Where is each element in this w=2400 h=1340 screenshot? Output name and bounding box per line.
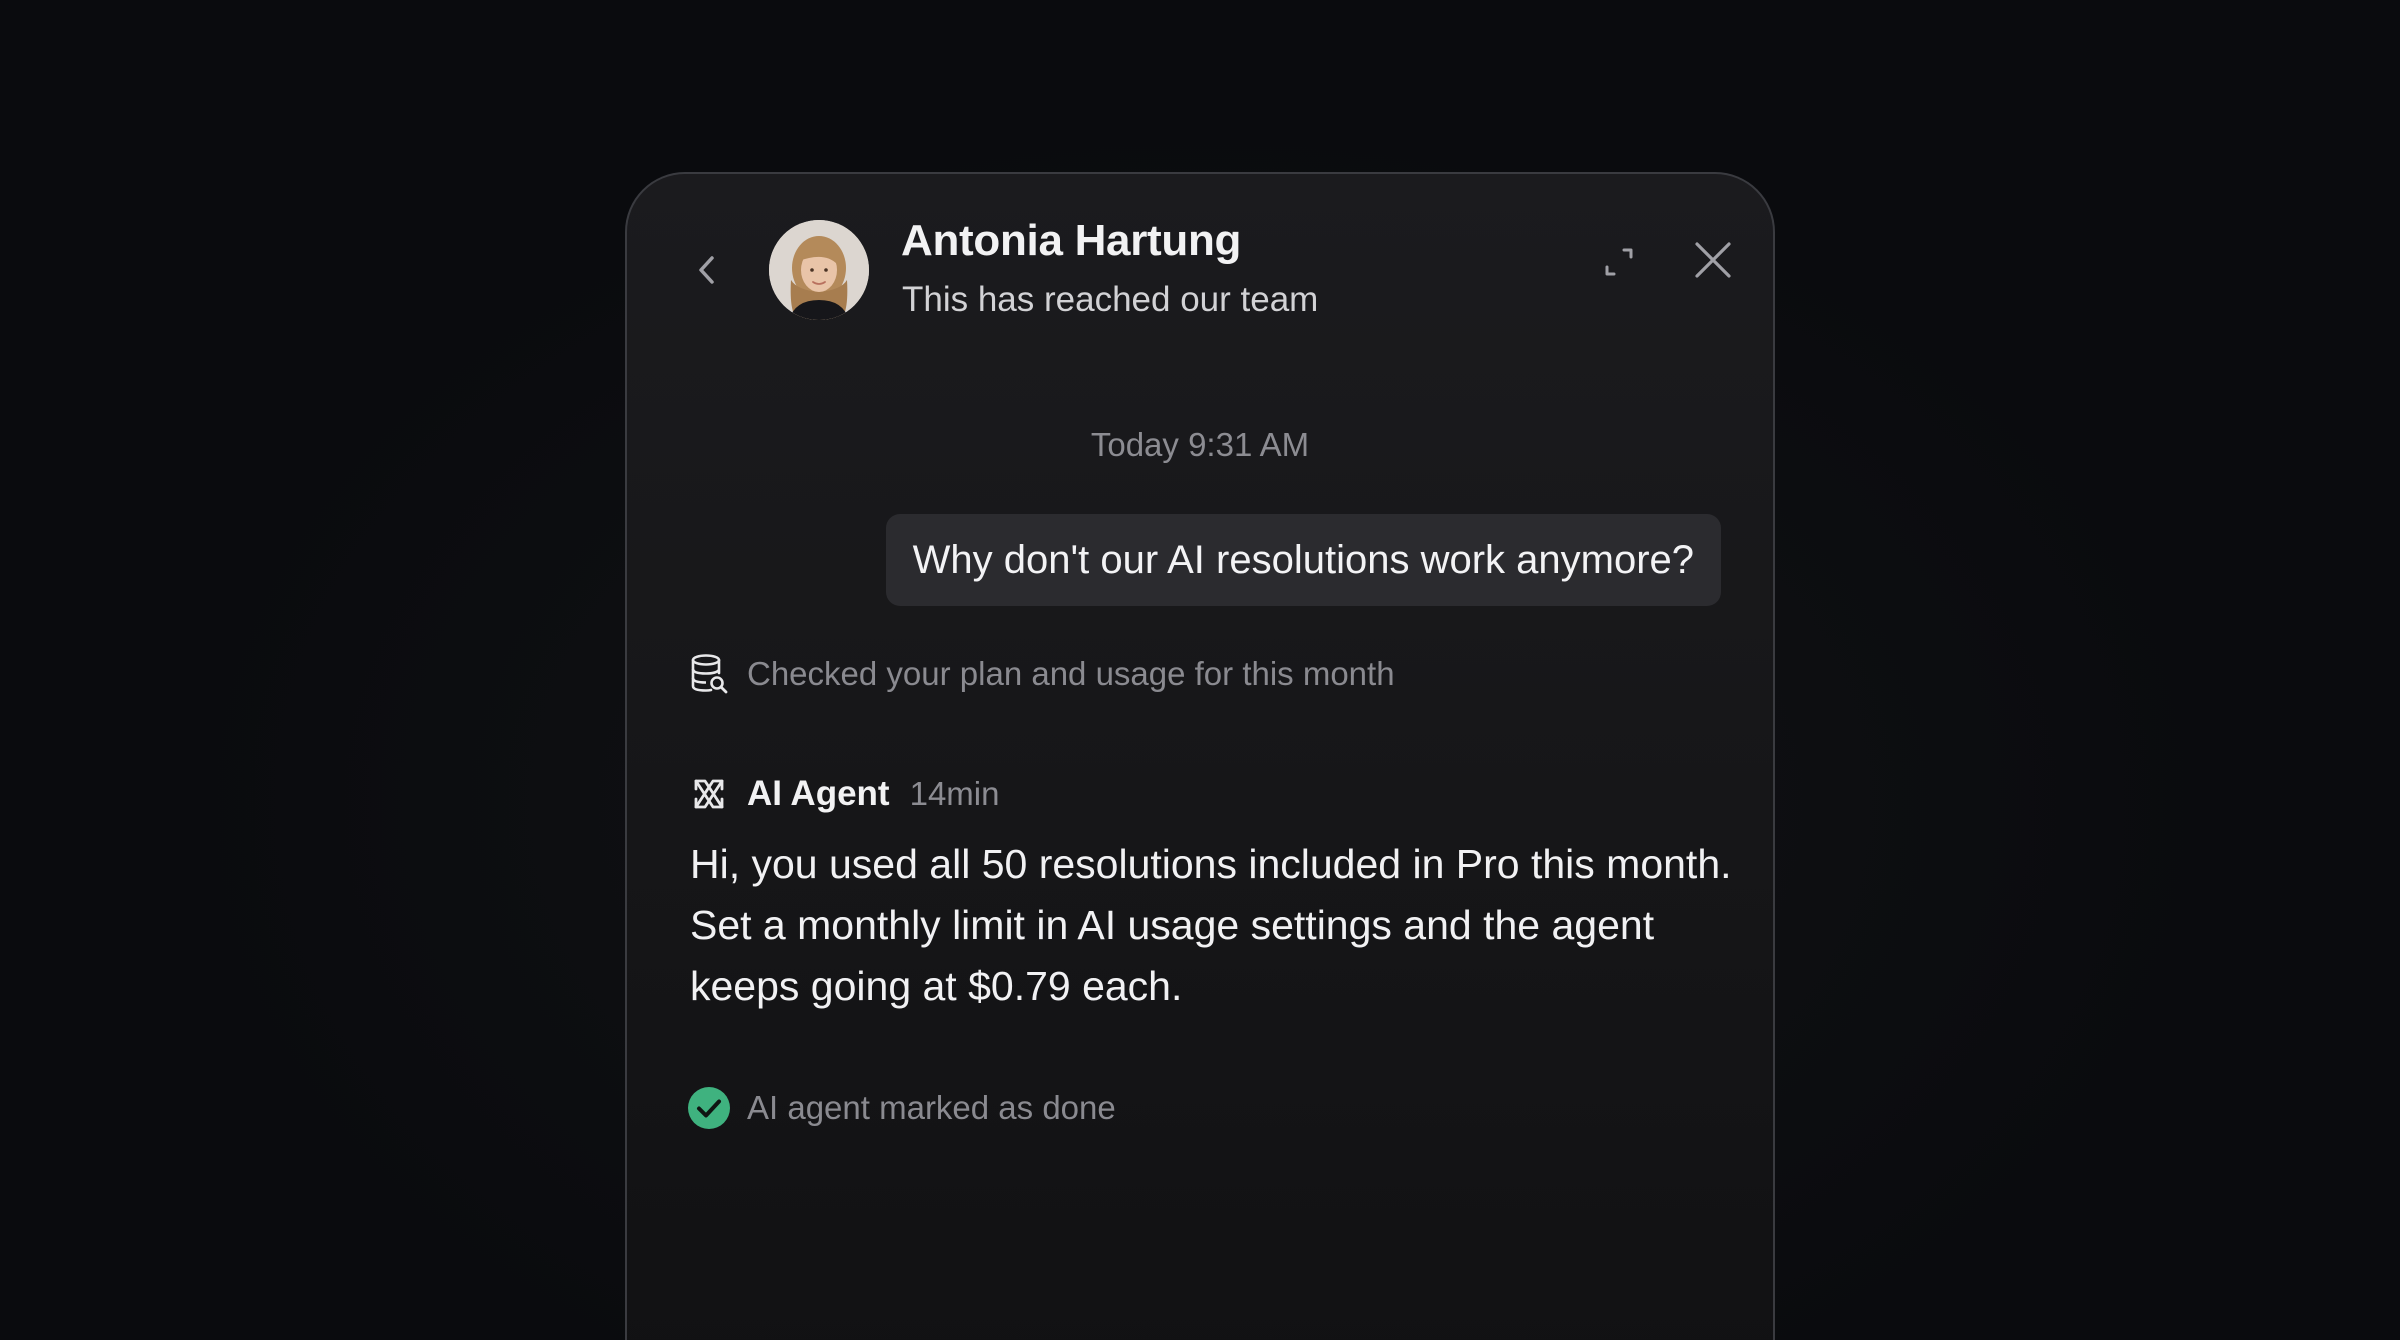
- page-background: Antonia Hartung This has reached our tea…: [0, 0, 2400, 1340]
- agent-reply-header: AI Agent 14min: [687, 772, 999, 816]
- usage-check-event: Checked your plan and usage for this mon…: [687, 652, 1395, 696]
- agent-message: Hi, you used all 50 resolutions included…: [690, 841, 1732, 1009]
- marked-done-event: AI agent marked as done: [687, 1086, 1116, 1130]
- chevron-left-icon: [699, 256, 714, 284]
- agent-reply-time: 14min: [909, 775, 1000, 812]
- contact-status: This has reached our team: [902, 280, 1319, 319]
- marked-done-text: AI agent marked as done: [747, 1089, 1116, 1126]
- conversation-panel: Antonia Hartung This has reached our tea…: [625, 172, 1775, 1340]
- close-icon: [1695, 242, 1731, 278]
- expand-icon: [1605, 248, 1633, 276]
- avatar: [769, 220, 869, 320]
- user-message-bubble: Why don't our AI resolutions work anymor…: [885, 514, 1721, 606]
- avatar-photo: [769, 220, 869, 320]
- database-search-icon: [687, 652, 731, 696]
- check-circle-icon: [687, 1086, 731, 1130]
- contact-name: Antonia Hartung: [901, 216, 1242, 265]
- expand-button[interactable]: [1595, 238, 1643, 286]
- conversation-timestamp: Today 9:31 AM: [1090, 426, 1310, 463]
- agent-name: AI Agent: [747, 774, 890, 813]
- usage-check-text: Checked your plan and usage for this mon…: [747, 655, 1395, 692]
- ai-agent-icon: [687, 772, 731, 816]
- back-button[interactable]: [683, 246, 731, 294]
- close-button[interactable]: [1685, 232, 1741, 288]
